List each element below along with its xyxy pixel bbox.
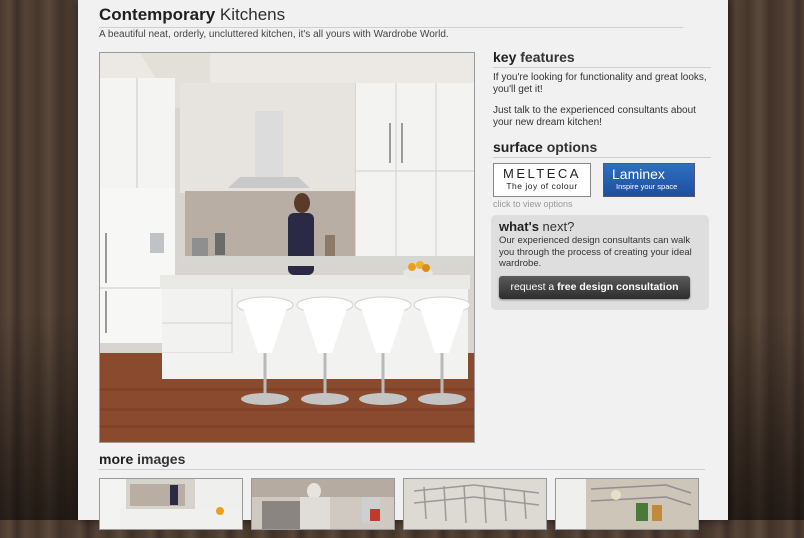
whats-next-heading: what's next? [499,219,709,234]
more-images-gallery [99,478,709,538]
surface-options-heading-bold: surface [493,139,543,155]
whats-next-heading-bold: what's [499,219,539,234]
request-consultation-button[interactable]: request a free design consultation [499,276,690,299]
more-images-heading-rest: images [133,451,186,467]
key-features-heading: key features [493,48,711,68]
key-features-text-1: If you're looking for functionality and … [493,72,707,95]
surface-options-heading-rest: options [542,139,598,155]
thumbnail-kitchen-island-art [100,479,242,529]
content-panel: Contemporary Kitchens A beautiful neat, … [78,0,728,530]
melteca-name: MELTECA [503,166,581,181]
main-kitchen-image [99,52,475,443]
whats-next-text: Our experienced design consultants can w… [499,235,692,269]
key-features-text-2: Just talk to the experienced consultants… [493,105,696,128]
melteca-logo[interactable]: MELTECA The joy of colour [493,163,591,197]
laminex-tagline: Inspire your space [616,182,678,191]
kitchen-photo-illustration [100,53,474,442]
melteca-tagline: The joy of colour [506,181,578,191]
key-features-heading-bold: key [493,49,517,65]
page-title-rest: Kitchens [215,5,286,24]
thumbnail-wire-baskets-art [404,479,546,529]
cta-bold: free design consultation [557,281,679,293]
whats-next-box: what's next? Our experienced design cons… [491,215,709,310]
thumbnail-kitchen-island[interactable] [99,478,243,530]
thumbnail-pull-out-drawer[interactable] [555,478,699,530]
surface-options-section: surface options MELTECA The joy of colou… [493,138,711,209]
page-title-bold: Contemporary [99,5,216,24]
surface-options-heading: surface options [493,138,711,158]
thumbnail-kitchen-worker-art [252,479,394,529]
more-images-heading-bold: more [99,451,134,467]
surface-logos: MELTECA The joy of colour Laminex Inspir… [493,163,711,197]
thumbnail-pull-out-drawer-art [556,479,698,529]
laminex-name: Laminex [612,166,665,182]
page-subtitle: A beautiful neat, orderly, uncluttered k… [99,29,449,40]
page-title: Contemporary Kitchens [99,5,683,28]
thumbnail-kitchen-worker[interactable] [251,478,395,530]
more-images-heading: more images [99,450,705,470]
whats-next-heading-rest: next? [538,219,575,234]
view-options-link[interactable]: click to view options [493,199,711,209]
key-features-heading-rest: features [516,49,575,65]
cta-prefix: request a [510,281,558,293]
sidebar: key features If you're looking for funct… [493,48,711,209]
thumbnail-wire-baskets[interactable] [403,478,547,530]
laminex-logo[interactable]: Laminex Inspire your space [603,163,695,197]
